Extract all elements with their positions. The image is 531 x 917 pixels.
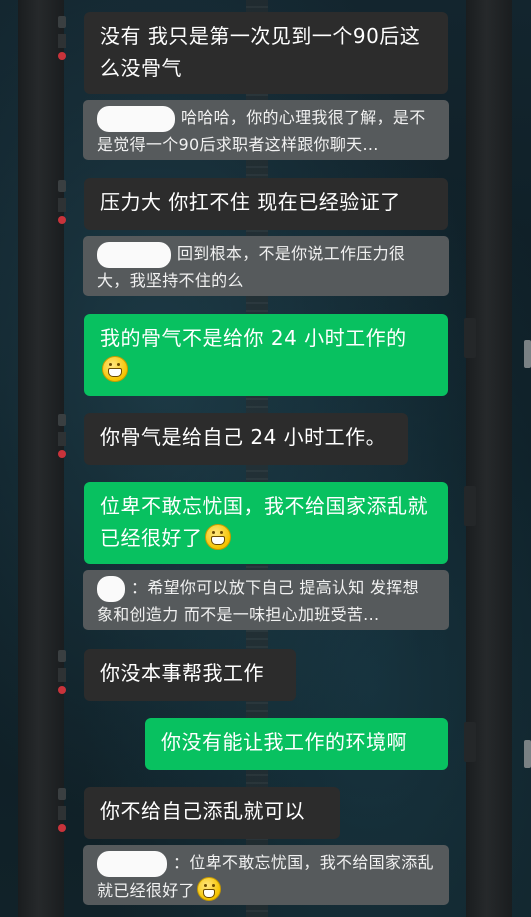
- message-text: 你不给自己添乱就可以: [100, 799, 305, 823]
- quote-prefix: ：: [131, 578, 148, 597]
- redacted-name: [97, 241, 171, 268]
- redacted-name: [97, 850, 167, 877]
- grin-emoji-icon: [196, 876, 221, 901]
- message-text: 你骨气是给自己 24 小时工作。: [100, 425, 387, 449]
- scroll-marker: [524, 340, 531, 368]
- contact-avatar[interactable]: [56, 650, 68, 696]
- contact-avatar[interactable]: [56, 16, 68, 62]
- message-bubble-received[interactable]: 压力大 你扛不住 现在已经验证了: [84, 178, 448, 230]
- message-bubble-sent[interactable]: 位卑不敢忘忧国，我不给国家添乱就已经很好了: [84, 482, 448, 564]
- quote-prefix: ：: [173, 853, 190, 872]
- quoted-message[interactable]: 哈哈哈，你的心理我很了解，是不是觉得一个90后求职者这样跟你聊天...: [83, 100, 449, 160]
- redacted-name: [97, 575, 125, 602]
- message-text: 压力大 你扛不住 现在已经验证了: [100, 190, 401, 214]
- right-rail: [466, 0, 512, 917]
- self-avatar[interactable]: [464, 722, 476, 762]
- message-text: 你没有能让我工作的环境啊: [161, 730, 407, 754]
- redacted-name: [97, 105, 175, 132]
- message-bubble-sent[interactable]: 我的骨气不是给你 24 小时工作的: [84, 314, 448, 396]
- message-bubble-received[interactable]: 没有 我只是第一次见到一个90后这么没骨气: [84, 12, 448, 94]
- contact-avatar[interactable]: [56, 414, 68, 460]
- message-text: 我的骨气不是给你 24 小时工作的: [100, 326, 407, 350]
- message-bubble-sent[interactable]: 你没有能让我工作的环境啊: [145, 718, 448, 770]
- quoted-message[interactable]: ：位卑不敢忘忧国，我不给国家添乱就已经很好了: [83, 845, 449, 905]
- message-bubble-received[interactable]: 你骨气是给自己 24 小时工作。: [84, 413, 408, 465]
- grin-emoji-icon: [102, 356, 128, 382]
- quoted-message[interactable]: 回到根本，不是你说工作压力很大，我坚持不住的么: [83, 236, 449, 296]
- self-avatar[interactable]: [464, 486, 476, 526]
- message-text: 位卑不敢忘忧国，我不给国家添乱就已经很好了: [100, 494, 428, 550]
- scroll-marker: [524, 740, 531, 768]
- self-avatar[interactable]: [464, 318, 476, 358]
- quoted-message[interactable]: ：希望你可以放下自己 提高认知 发挥想象和创造力 而不是一味担心加班受苦...: [83, 570, 449, 630]
- grin-emoji-icon: [204, 524, 231, 550]
- contact-avatar[interactable]: [56, 180, 68, 226]
- message-text: 你没本事帮我工作: [100, 661, 264, 685]
- message-bubble-received[interactable]: 你不给自己添乱就可以: [84, 787, 340, 839]
- message-bubble-received[interactable]: 你没本事帮我工作: [84, 649, 296, 701]
- contact-avatar[interactable]: [56, 788, 68, 834]
- message-text: 没有 我只是第一次见到一个90后这么没骨气: [100, 24, 421, 80]
